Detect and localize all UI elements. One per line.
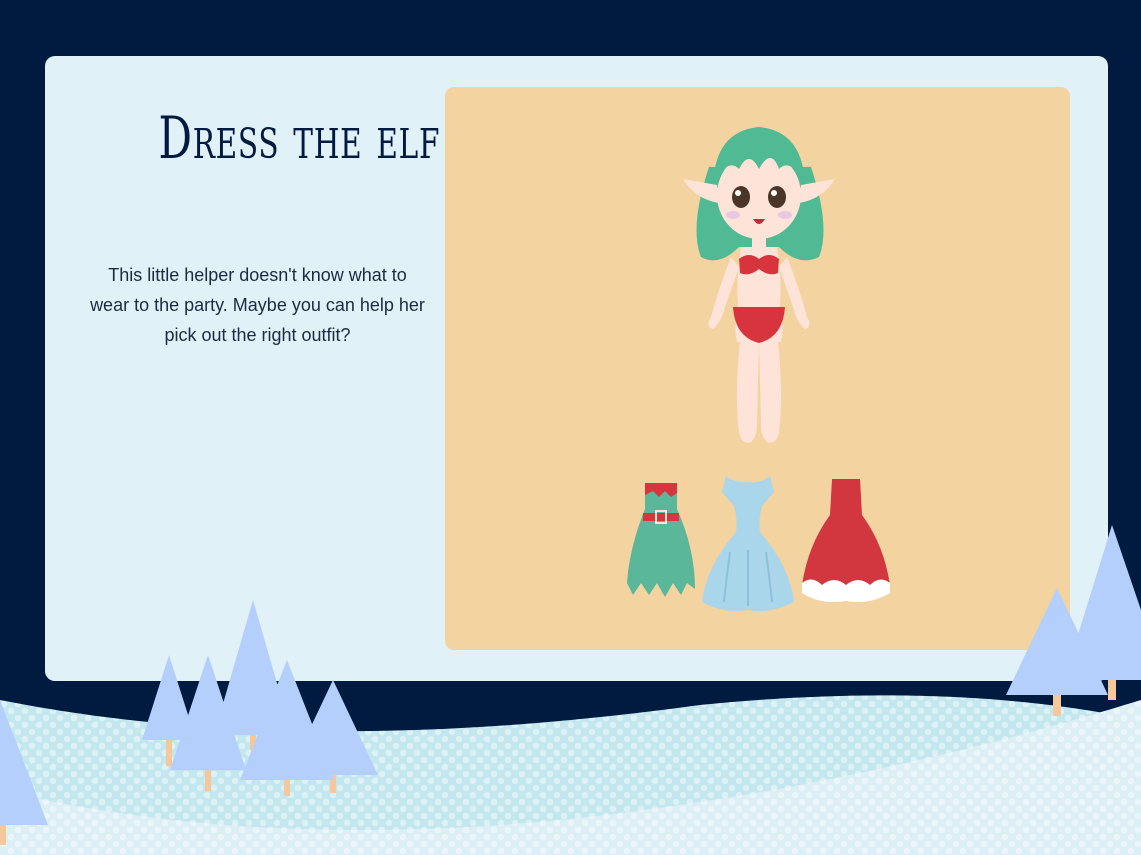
page-description: This little helper doesn't know what to … <box>90 265 425 345</box>
elf-character <box>683 127 835 443</box>
main-card: Dress the elf! This little helper doesn'… <box>45 56 1108 681</box>
dress-up-stage <box>445 87 1070 650</box>
green-elf-dress[interactable] <box>625 479 697 599</box>
page-title: Dress the elf! <box>158 104 458 172</box>
light-blue-gown[interactable] <box>700 472 796 612</box>
red-dress[interactable] <box>800 475 892 605</box>
